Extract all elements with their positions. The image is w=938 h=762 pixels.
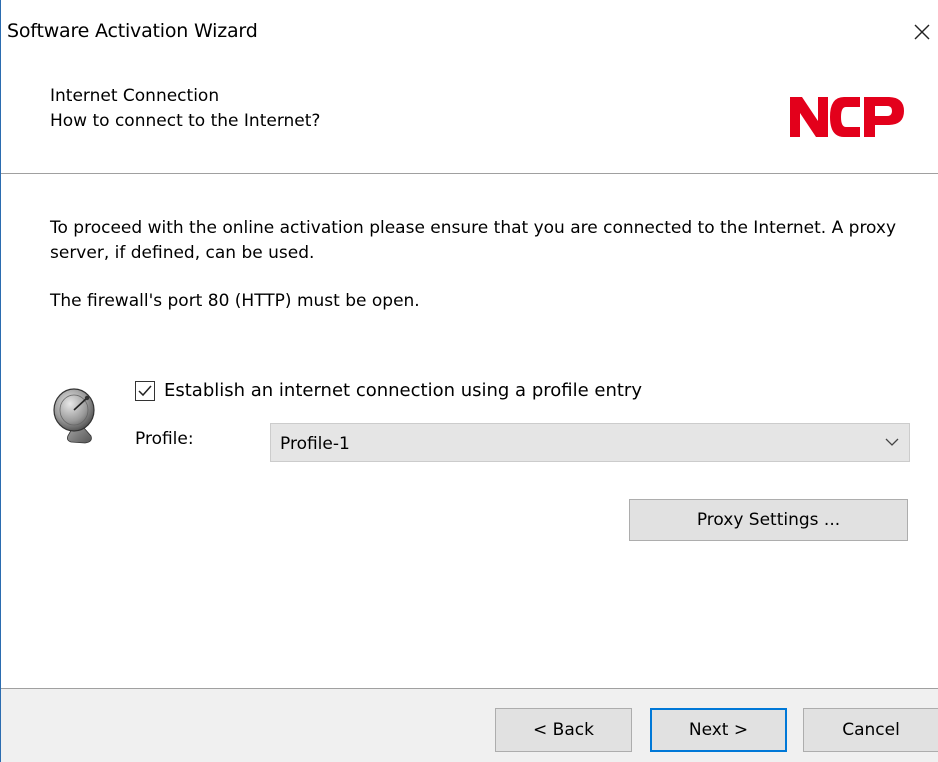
wizard-footer: < Back Next > Cancel [1,688,938,762]
page-subtitle: How to connect to the Internet? [50,111,321,131]
close-icon [914,24,930,40]
profile-connection-checkbox[interactable]: Establish an internet connection using a… [135,380,642,401]
next-button[interactable]: Next > [650,708,787,752]
firewall-note: The firewall's port 80 (HTTP) must be op… [50,291,420,311]
chevron-down-icon [885,438,899,446]
page-title: Internet Connection [50,86,220,106]
close-button[interactable] [905,12,938,52]
checkmark-icon [138,385,152,396]
back-button[interactable]: < Back [495,708,632,752]
profile-dropdown-value: Profile-1 [280,434,350,454]
window-title: Software Activation Wizard [7,20,258,42]
profile-label: Profile: [135,429,194,449]
cancel-button[interactable]: Cancel [803,708,938,752]
satellite-dish-icon [53,388,95,444]
checkbox-box[interactable] [135,380,155,401]
title-bar: Software Activation Wizard [1,0,938,60]
wizard-content: To proceed with the online activation pl… [1,174,938,688]
proxy-settings-button[interactable]: Proxy Settings ... [629,499,908,541]
footer-divider [1,688,938,689]
ncp-logo [790,97,904,137]
checkbox-label: Establish an internet connection using a… [164,380,642,401]
profile-dropdown[interactable]: Profile-1 [270,423,910,462]
wizard-window: Software Activation Wizard Internet Conn… [0,0,938,762]
instruction-text: To proceed with the online activation pl… [50,218,897,263]
wizard-header: Internet Connection How to connect to th… [1,60,938,174]
